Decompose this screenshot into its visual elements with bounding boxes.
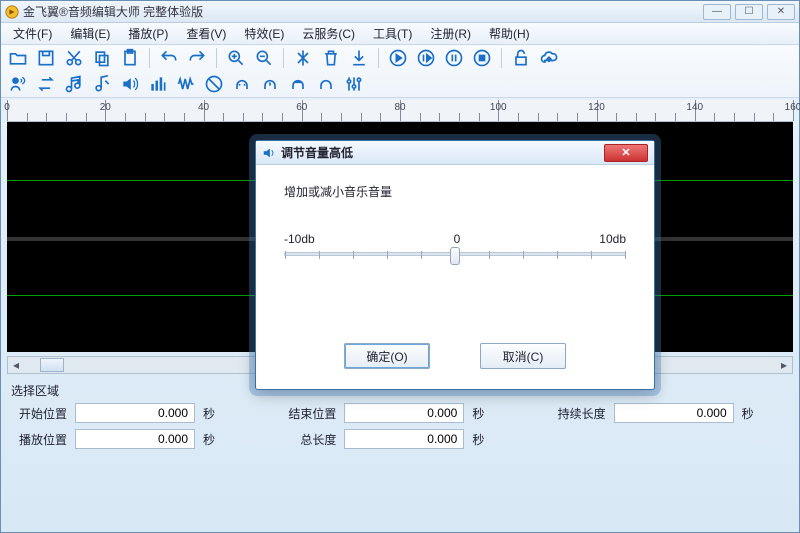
ruler-label: 140: [686, 102, 703, 113]
cut-icon[interactable]: [63, 47, 85, 69]
note-edit-icon[interactable]: [91, 73, 113, 95]
speaker-icon: [262, 146, 276, 160]
preset3-icon[interactable]: [287, 73, 309, 95]
undo-icon[interactable]: [158, 47, 180, 69]
export-icon[interactable]: [348, 47, 370, 69]
stop-icon[interactable]: [471, 47, 493, 69]
redo-icon[interactable]: [186, 47, 208, 69]
menu-cloud[interactable]: 云服务(C): [294, 23, 363, 44]
play-unit: 秒: [203, 431, 215, 448]
play-pos-label: 播放位置: [11, 431, 67, 448]
volume-dialog: 调节音量高低 ✕ 增加或减小音乐音量 -10db 0 10db 确定(O) 取消…: [255, 140, 655, 390]
pause-icon[interactable]: [443, 47, 465, 69]
copy-icon[interactable]: [91, 47, 113, 69]
music-note-icon[interactable]: [63, 73, 85, 95]
duration-label: 持续长度: [550, 405, 606, 422]
swap-icon[interactable]: [35, 73, 57, 95]
toolbar: [1, 45, 799, 98]
minimize-button[interactable]: —: [703, 4, 731, 20]
menu-bar: 文件(F) 编辑(E) 播放(P) 查看(V) 特效(E) 云服务(C) 工具(…: [1, 23, 799, 45]
slider-max-label: 10db: [599, 232, 626, 246]
slider-mid-label: 0: [454, 232, 461, 246]
open-icon[interactable]: [7, 47, 29, 69]
voice-icon[interactable]: [7, 73, 29, 95]
total-length-input[interactable]: [344, 429, 464, 449]
total-length-label: 总长度: [280, 431, 336, 448]
dialog-title: 调节音量高低: [281, 144, 604, 161]
play-selection-icon[interactable]: [415, 47, 437, 69]
menu-play[interactable]: 播放(P): [120, 23, 176, 44]
menu-effect[interactable]: 特效(E): [236, 23, 292, 44]
cloud-icon[interactable]: [538, 47, 560, 69]
start-unit: 秒: [203, 405, 215, 422]
dialog-close-button[interactable]: ✕: [604, 144, 648, 162]
scroll-left-icon[interactable]: ◂: [8, 357, 24, 373]
dialog-instruction: 增加或减小音乐音量: [284, 183, 626, 200]
end-pos-label: 结束位置: [280, 405, 336, 422]
ruler-label: 80: [394, 102, 405, 113]
dur-unit: 秒: [742, 405, 754, 422]
duration-input[interactable]: [614, 403, 734, 423]
preset2-icon[interactable]: [259, 73, 281, 95]
menu-tools[interactable]: 工具(T): [365, 23, 420, 44]
menu-reg[interactable]: 注册(R): [422, 23, 479, 44]
ruler-label: 20: [100, 102, 111, 113]
forbid-icon[interactable]: [203, 73, 225, 95]
menu-help[interactable]: 帮助(H): [481, 23, 538, 44]
slider-min-label: -10db: [284, 232, 315, 246]
ruler-label: 120: [588, 102, 605, 113]
menu-file[interactable]: 文件(F): [5, 23, 60, 44]
scroll-right-icon[interactable]: ▸: [776, 357, 792, 373]
zoom-in-icon[interactable]: [225, 47, 247, 69]
play-icon[interactable]: [387, 47, 409, 69]
maximize-button[interactable]: ☐: [735, 4, 763, 20]
ok-button[interactable]: 确定(O): [344, 343, 430, 369]
start-pos-input[interactable]: [75, 403, 195, 423]
end-unit: 秒: [472, 405, 484, 422]
preset4-icon[interactable]: [315, 73, 337, 95]
preset1-icon[interactable]: [231, 73, 253, 95]
effect1-icon[interactable]: [292, 47, 314, 69]
ruler-label: 100: [490, 102, 507, 113]
volume-slider[interactable]: -10db 0 10db: [284, 232, 626, 256]
ruler-label: 60: [296, 102, 307, 113]
close-button[interactable]: ✕: [767, 4, 795, 20]
unlock-icon[interactable]: [510, 47, 532, 69]
window-title: 金飞翼®音频编辑大师 完整体验版: [23, 3, 703, 20]
time-ruler[interactable]: 020406080100120140160: [7, 100, 793, 122]
menu-edit[interactable]: 编辑(E): [62, 23, 118, 44]
app-icon: [5, 5, 19, 19]
cancel-button[interactable]: 取消(C): [480, 343, 566, 369]
title-bar: 金飞翼®音频编辑大师 完整体验版 — ☐ ✕: [1, 1, 799, 23]
menu-view[interactable]: 查看(V): [178, 23, 234, 44]
wave-icon[interactable]: [175, 73, 197, 95]
start-pos-label: 开始位置: [11, 405, 67, 422]
ruler-label: 40: [198, 102, 209, 113]
volume-icon[interactable]: [119, 73, 141, 95]
scroll-thumb[interactable]: [40, 358, 64, 372]
save-icon[interactable]: [35, 47, 57, 69]
ruler-label: 0: [4, 102, 10, 113]
ruler-label: 160: [785, 102, 800, 113]
bars-icon[interactable]: [147, 73, 169, 95]
total-unit: 秒: [472, 431, 484, 448]
end-pos-input[interactable]: [344, 403, 464, 423]
slider-thumb[interactable]: [450, 247, 460, 265]
delete-icon[interactable]: [320, 47, 342, 69]
equalizer-icon[interactable]: [343, 73, 365, 95]
zoom-out-icon[interactable]: [253, 47, 275, 69]
dialog-titlebar: 调节音量高低 ✕: [256, 141, 654, 165]
play-pos-input[interactable]: [75, 429, 195, 449]
position-fields: 开始位置 秒 结束位置 秒 持续长度 秒 播放位置 秒 总长度 秒: [1, 401, 799, 457]
paste-icon[interactable]: [119, 47, 141, 69]
slider-track[interactable]: [284, 252, 626, 256]
